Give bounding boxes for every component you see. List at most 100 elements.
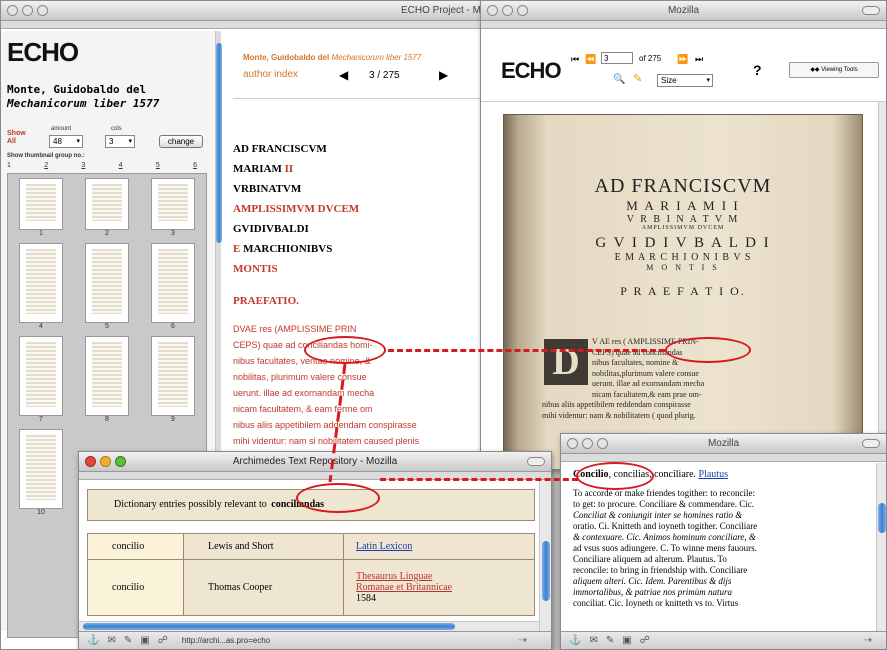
- thumbnail-item[interactable]: 2: [78, 178, 136, 237]
- echo-window-titlebar[interactable]: ECHO Project - M: [1, 1, 489, 21]
- transcription-text: AD FRANCISCVM MARIAM II VRBINATVM AMPLIS…: [233, 139, 483, 449]
- next-page-icon[interactable]: ▶: [439, 68, 448, 82]
- minimize-window-button[interactable]: [22, 5, 33, 16]
- group-number[interactable]: 4: [119, 162, 123, 169]
- toolbar-toggle-button[interactable]: [527, 457, 545, 466]
- dictionary-table: concilio Lewis and Short Latin Lexicon c…: [87, 533, 535, 616]
- page-thumbnail[interactable]: [85, 243, 129, 323]
- page-thumbnail[interactable]: [19, 178, 63, 230]
- thumbnail-item[interactable]: 10: [12, 429, 70, 516]
- scrollbar-thumb[interactable]: [83, 623, 455, 630]
- scrollbar-thumb[interactable]: [216, 43, 222, 243]
- headword-source-link[interactable]: Plautus: [699, 469, 728, 480]
- thumbnail-item[interactable]: 4: [12, 243, 70, 330]
- page-thumbnail[interactable]: [19, 336, 63, 416]
- change-button[interactable]: change: [159, 135, 203, 148]
- lemma-cell: concilio: [87, 533, 184, 560]
- fast-forward-icon[interactable]: ⏩: [677, 54, 688, 65]
- last-page-icon[interactable]: ⏭: [695, 54, 703, 65]
- group-number[interactable]: 6: [193, 162, 197, 169]
- zoom-window-button[interactable]: [37, 5, 48, 16]
- highlight-tool-icon[interactable]: ✎: [633, 72, 642, 85]
- irc-icon[interactable]: ☍: [158, 635, 168, 646]
- composer-icon[interactable]: ✎: [124, 635, 132, 646]
- show-all-link[interactable]: Show All: [7, 130, 26, 146]
- close-window-button[interactable]: [487, 5, 498, 16]
- page-thumbnail[interactable]: [85, 178, 129, 230]
- zoom-icon[interactable]: 🔍: [613, 74, 625, 85]
- navigator-icon[interactable]: ⚓: [569, 635, 581, 646]
- size-select[interactable]: Size ▾: [657, 74, 713, 87]
- group-number[interactable]: 2: [44, 162, 48, 169]
- annotation-connector-bottom: [380, 478, 578, 481]
- page-thumbnail[interactable]: [151, 336, 195, 416]
- author-index-link[interactable]: author index: [243, 69, 298, 80]
- dictionary-link[interactable]: Thesaurus Linguae: [356, 571, 526, 582]
- minimize-window-button[interactable]: [502, 5, 513, 16]
- thumbnail-item[interactable]: 9: [144, 336, 202, 423]
- close-window-button[interactable]: [567, 438, 578, 449]
- close-window-button[interactable]: [7, 5, 18, 16]
- scanned-page-image[interactable]: AD FRANCISCVM M A R I A M I I V R B I N …: [503, 114, 863, 469]
- chevron-down-icon: ▾: [76, 138, 80, 145]
- page-input[interactable]: 3: [601, 52, 633, 64]
- thumbnail-item[interactable]: 5: [78, 243, 136, 330]
- lemma-cell: concilio: [87, 559, 184, 616]
- dictionary-titlebar[interactable]: Mozilla: [561, 434, 886, 454]
- group-number[interactable]: 1: [7, 162, 11, 169]
- page-thumbnail[interactable]: [151, 243, 195, 323]
- thumbnail-item[interactable]: 3: [144, 178, 202, 237]
- thumbnail-item[interactable]: 1: [12, 178, 70, 237]
- thumbnail-item[interactable]: 6: [144, 243, 202, 330]
- zoom-window-button[interactable]: [517, 5, 528, 16]
- navigator-icon[interactable]: ⚓: [87, 635, 99, 646]
- viewing-tools-label: Viewing Tools: [821, 67, 858, 73]
- scan-line: M A R I A M I I: [626, 198, 740, 213]
- scan-line: E M A R C H I O N I B V S: [614, 252, 752, 263]
- thumbnail-item[interactable]: 7: [12, 336, 70, 423]
- archimedes-titlebar[interactable]: Archimedes Text Repository - Mozilla: [79, 452, 551, 472]
- echo-logo[interactable]: ECHO: [7, 37, 79, 68]
- page-thumbnail[interactable]: [19, 243, 63, 323]
- scrollbar-thumb[interactable]: [878, 503, 886, 533]
- address-book-icon[interactable]: ▣: [140, 635, 149, 646]
- page-thumbnail[interactable]: [85, 336, 129, 416]
- mail-icon[interactable]: ✉: [589, 635, 597, 646]
- group-number[interactable]: 5: [156, 162, 160, 169]
- first-page-icon[interactable]: ⏮: [571, 54, 579, 65]
- minimize-window-button[interactable]: [582, 438, 593, 449]
- scrollbar-thumb[interactable]: [542, 541, 550, 601]
- irc-icon[interactable]: ☍: [640, 635, 650, 646]
- amount-select[interactable]: 48 ▾: [49, 135, 83, 148]
- rewind-icon[interactable]: ⏪: [585, 54, 596, 65]
- zoom-window-button[interactable]: [597, 438, 608, 449]
- dictionary-link[interactable]: Romanae et Britannicae: [356, 582, 526, 593]
- address-book-icon[interactable]: ▣: [622, 635, 631, 646]
- mail-icon[interactable]: ✉: [107, 635, 115, 646]
- zoom-window-button[interactable]: [115, 456, 126, 467]
- group-number[interactable]: 3: [81, 162, 85, 169]
- echo-logo[interactable]: ECHO: [501, 58, 562, 84]
- minimize-window-button[interactable]: [100, 456, 111, 467]
- horizontal-scrollbar[interactable]: [79, 621, 539, 631]
- viewer-scrollbar[interactable]: [878, 102, 886, 469]
- cols-select[interactable]: 3 ▾: [105, 135, 135, 148]
- close-window-button[interactable]: [85, 456, 96, 467]
- page-thumbnail[interactable]: [19, 429, 63, 509]
- page-thumbnail[interactable]: [151, 178, 195, 230]
- scan-body-line: mihi videntur: nam & nobilitatem ( quod …: [542, 410, 696, 420]
- dictionary-scrollbar[interactable]: [876, 463, 886, 631]
- dictionary-link[interactable]: Latin Lexicon: [356, 541, 412, 552]
- window-title: Mozilla: [707, 438, 740, 449]
- previous-page-icon[interactable]: ◀: [339, 68, 348, 82]
- archimedes-scrollbar[interactable]: [539, 481, 551, 631]
- help-icon[interactable]: ?: [753, 62, 762, 78]
- composer-icon[interactable]: ✎: [606, 635, 614, 646]
- viewing-tools-button[interactable]: ◆◆ Viewing Tools: [789, 62, 879, 78]
- viewer-titlebar[interactable]: Mozilla: [481, 1, 886, 21]
- toolbar-toggle-button[interactable]: [862, 6, 880, 15]
- window-title: Mozilla: [667, 5, 700, 16]
- thumbnail-item[interactable]: 8: [78, 336, 136, 423]
- header-author[interactable]: Monte, Guidobaldo del: [243, 53, 329, 62]
- toolbar-toggle-button[interactable]: [862, 439, 880, 448]
